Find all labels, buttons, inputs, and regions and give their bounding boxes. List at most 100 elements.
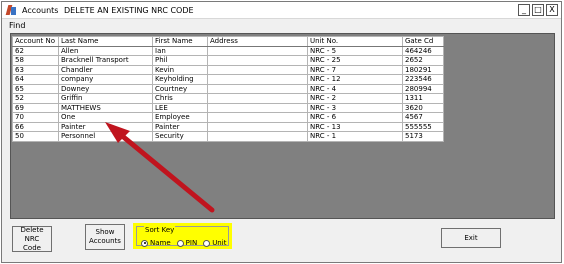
cell-gate-cd[interactable]: 2652 bbox=[402, 55, 444, 66]
cell-last-name[interactable]: Bracknell Transport bbox=[58, 55, 153, 66]
cell-account-no[interactable]: 64 bbox=[12, 74, 59, 85]
app-name: Accounts bbox=[22, 5, 59, 15]
table-row[interactable]: 65 Downey Courtney NRC - 4 280994 bbox=[12, 83, 444, 94]
column-header-first-name[interactable]: First Name bbox=[152, 36, 208, 47]
cell-first-name[interactable]: LEE bbox=[152, 102, 208, 113]
sort-option-unit[interactable]: Unit bbox=[203, 239, 226, 247]
cell-account-no[interactable]: 70 bbox=[12, 112, 59, 123]
window-title-text: DELETE AN EXISTING NRC CODE bbox=[64, 5, 194, 15]
cell-address[interactable] bbox=[207, 131, 308, 142]
cell-address[interactable] bbox=[207, 112, 308, 123]
app-icon bbox=[5, 4, 18, 16]
cell-last-name[interactable]: One bbox=[58, 112, 153, 123]
cell-unit-no[interactable]: NRC - 2 bbox=[307, 93, 403, 104]
cell-account-no[interactable]: 65 bbox=[12, 83, 59, 94]
cell-gate-cd[interactable]: 555555 bbox=[402, 121, 444, 132]
cell-account-no[interactable]: 62 bbox=[12, 45, 59, 56]
close-icon[interactable]: X bbox=[546, 4, 558, 16]
radio-icon[interactable] bbox=[203, 239, 211, 247]
cell-unit-no[interactable]: NRC - 4 bbox=[307, 83, 403, 94]
cell-gate-cd[interactable]: 464246 bbox=[402, 45, 444, 56]
cell-address[interactable] bbox=[207, 83, 308, 94]
cell-last-name[interactable]: Griffin bbox=[58, 93, 153, 104]
cell-last-name[interactable]: MATTHEWS bbox=[58, 102, 153, 113]
cell-gate-cd[interactable]: 1311 bbox=[402, 93, 444, 104]
accounts-grid-area: Account No Last Name First Name Address … bbox=[10, 33, 555, 219]
cell-first-name[interactable]: Employee bbox=[152, 112, 208, 123]
cell-last-name[interactable]: Allen bbox=[58, 45, 153, 56]
cell-unit-no[interactable]: NRC - 3 bbox=[307, 102, 403, 113]
cell-first-name[interactable]: Ian bbox=[152, 45, 208, 56]
cell-first-name[interactable]: Kevin bbox=[152, 64, 208, 75]
cell-unit-no[interactable]: NRC - 25 bbox=[307, 55, 403, 66]
cell-account-no[interactable]: 63 bbox=[12, 64, 59, 75]
cell-last-name[interactable]: Personnel bbox=[58, 131, 153, 142]
minimize-icon[interactable]: _ bbox=[518, 4, 530, 16]
cell-address[interactable] bbox=[207, 74, 308, 85]
table-row[interactable]: 50 Personnel Security NRC - 1 5173 bbox=[12, 131, 444, 142]
cell-unit-no[interactable]: NRC - 5 bbox=[307, 45, 403, 56]
table-row[interactable]: 70 One Employee NRC - 6 4567 bbox=[12, 112, 444, 123]
window-title: Accounts DELETE AN EXISTING NRC CODE bbox=[22, 6, 194, 15]
cell-last-name[interactable]: company bbox=[58, 74, 153, 85]
cell-gate-cd[interactable]: 4567 bbox=[402, 112, 444, 123]
column-header-gate-cd[interactable]: Gate Cd bbox=[402, 36, 444, 47]
cell-first-name[interactable]: Courtney bbox=[152, 83, 208, 94]
cell-gate-cd[interactable]: 5173 bbox=[402, 131, 444, 142]
cell-address[interactable] bbox=[207, 55, 308, 66]
cell-gate-cd[interactable]: 280994 bbox=[402, 83, 444, 94]
cell-account-no[interactable]: 69 bbox=[12, 102, 59, 113]
cell-account-no[interactable]: 66 bbox=[12, 121, 59, 132]
cell-last-name[interactable]: Chandler bbox=[58, 64, 153, 75]
cell-first-name[interactable]: Security bbox=[152, 131, 208, 142]
cell-first-name[interactable]: Phil bbox=[152, 55, 208, 66]
window-controls: _ □ X bbox=[518, 4, 558, 16]
sort-option-label: PIN bbox=[185, 239, 198, 247]
cell-unit-no[interactable]: NRC - 12 bbox=[307, 74, 403, 85]
show-accounts-button[interactable]: Show Accounts bbox=[85, 224, 125, 250]
cell-first-name[interactable]: Chris bbox=[152, 93, 208, 104]
sort-option-label: Name bbox=[150, 239, 171, 247]
table-row[interactable]: 66 Painter Painter NRC - 13 555555 bbox=[12, 121, 444, 132]
table-row[interactable]: 62 Allen Ian NRC - 5 464246 bbox=[12, 45, 444, 56]
show-button-label-line2: Accounts bbox=[89, 237, 121, 245]
cell-last-name[interactable]: Painter bbox=[58, 121, 153, 132]
radio-icon[interactable] bbox=[176, 239, 184, 247]
table-row[interactable]: 69 MATTHEWS LEE NRC - 3 3620 bbox=[12, 102, 444, 113]
table-row[interactable]: 63 Chandler Kevin NRC - 7 180291 bbox=[12, 64, 444, 75]
cell-address[interactable] bbox=[207, 93, 308, 104]
column-header-account-no[interactable]: Account No bbox=[12, 36, 59, 47]
delete-nrc-code-button[interactable]: Delete NRC Code bbox=[12, 226, 52, 252]
cell-unit-no[interactable]: NRC - 1 bbox=[307, 131, 403, 142]
sort-option-pin[interactable]: PIN bbox=[176, 239, 198, 247]
menu-find[interactable]: Find bbox=[9, 21, 25, 30]
column-header-address[interactable]: Address bbox=[207, 36, 308, 47]
cell-unit-no[interactable]: NRC - 13 bbox=[307, 121, 403, 132]
exit-button[interactable]: Exit bbox=[441, 228, 501, 248]
cell-address[interactable] bbox=[207, 121, 308, 132]
cell-first-name[interactable]: Painter bbox=[152, 121, 208, 132]
menu-bar: Find bbox=[2, 19, 561, 31]
cell-account-no[interactable]: 58 bbox=[12, 55, 59, 66]
cell-unit-no[interactable]: NRC - 6 bbox=[307, 112, 403, 123]
cell-account-no[interactable]: 50 bbox=[12, 131, 59, 142]
cell-address[interactable] bbox=[207, 45, 308, 56]
cell-gate-cd[interactable]: 180291 bbox=[402, 64, 444, 75]
table-row[interactable]: 58 Bracknell Transport Phil NRC - 25 265… bbox=[12, 55, 444, 66]
table-row[interactable]: 64 company Keyholding NRC - 12 223546 bbox=[12, 74, 444, 85]
column-header-unit-no[interactable]: Unit No. bbox=[307, 36, 403, 47]
cell-unit-no[interactable]: NRC - 7 bbox=[307, 64, 403, 75]
cell-account-no[interactable]: 52 bbox=[12, 93, 59, 104]
cell-first-name[interactable]: Keyholding bbox=[152, 74, 208, 85]
maximize-icon[interactable]: □ bbox=[532, 4, 544, 16]
radio-checked-icon[interactable] bbox=[141, 239, 148, 247]
column-header-last-name[interactable]: Last Name bbox=[58, 36, 153, 47]
exit-button-label: Exit bbox=[464, 233, 478, 242]
cell-last-name[interactable]: Downey bbox=[58, 83, 153, 94]
sort-option-name[interactable]: Name bbox=[141, 239, 171, 247]
cell-gate-cd[interactable]: 3620 bbox=[402, 102, 444, 113]
cell-address[interactable] bbox=[207, 64, 308, 75]
cell-address[interactable] bbox=[207, 102, 308, 113]
cell-gate-cd[interactable]: 223546 bbox=[402, 74, 444, 85]
table-row[interactable]: 52 Griffin Chris NRC - 2 1311 bbox=[12, 93, 444, 104]
